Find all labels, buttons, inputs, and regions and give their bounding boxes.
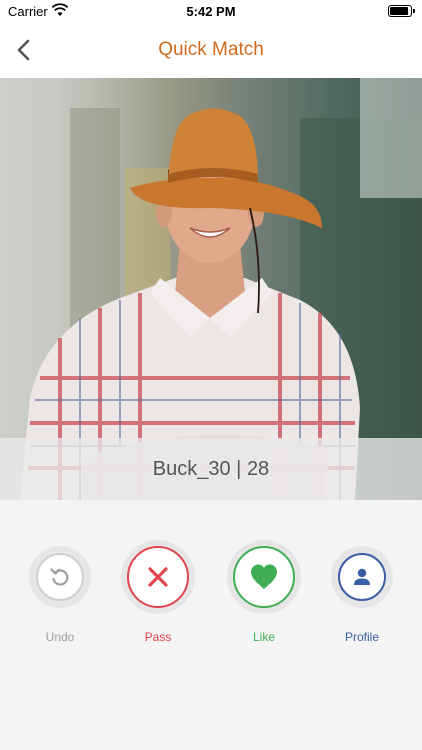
profile-action: Profile — [317, 540, 407, 644]
action-bar: Undo Pass Like Profile — [0, 540, 422, 650]
profile-label: Profile — [344, 630, 379, 644]
undo-label: Undo — [45, 630, 75, 644]
undo-action: Undo — [15, 540, 105, 644]
name-age-bar: Buck_30 | 28 — [0, 438, 422, 500]
battery-icon — [388, 5, 415, 17]
person-icon — [354, 568, 370, 585]
like-button[interactable] — [227, 540, 301, 614]
navigation-bar: Quick Match — [0, 22, 422, 79]
status-time: 5:42 PM — [186, 4, 236, 19]
page-title: Quick Match — [158, 39, 264, 60]
profile-photo[interactable]: Buck_30 | 28 — [0, 78, 422, 500]
undo-button[interactable] — [29, 546, 91, 608]
like-label: Like — [252, 630, 275, 644]
close-icon — [148, 567, 168, 587]
pass-action: Pass — [113, 540, 203, 644]
profile-button[interactable] — [331, 546, 393, 608]
undo-icon — [50, 568, 69, 586]
pass-button[interactable] — [121, 540, 195, 614]
status-bar: Carrier 5:42 PM — [0, 0, 422, 22]
like-action: Like — [219, 540, 309, 644]
pass-label: Pass — [144, 630, 172, 644]
profile-photo-illustration — [0, 78, 422, 500]
profile-name-age: Buck_30 | 28 — [152, 457, 270, 480]
heart-icon — [251, 564, 277, 589]
